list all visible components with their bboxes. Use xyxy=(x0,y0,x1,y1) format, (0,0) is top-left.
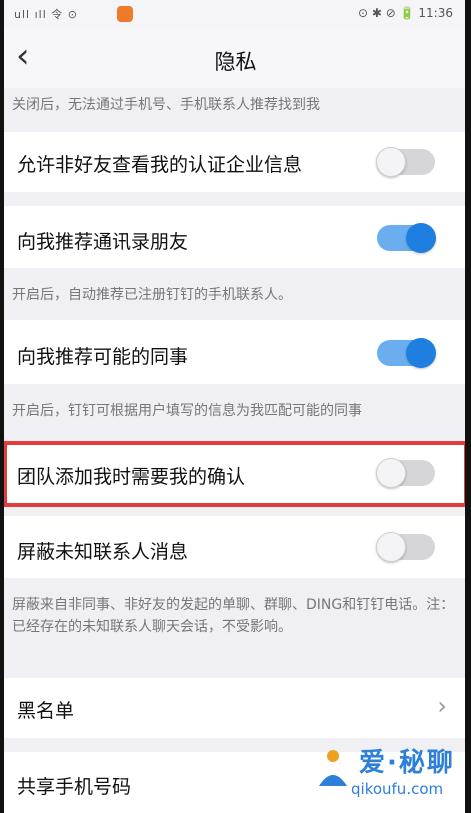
setting-row-recommend-contacts[interactable]: 向我推荐通讯录朋友 xyxy=(0,206,471,268)
watermark-brand: 爱·秘聊 xyxy=(359,748,455,778)
watermark-site: qikoufu.com xyxy=(351,780,444,798)
highlight-box xyxy=(3,441,468,507)
toggle-knob xyxy=(376,532,406,562)
setting-label: 允许非好友查看我的认证企业信息 xyxy=(17,154,303,176)
description-unknown: 屏蔽来自非同事、非好友的发起的单聊、群聊、DING和钉钉电话。注：已经存在的未知… xyxy=(0,578,471,678)
description-text: 屏蔽来自非同事、非好友的发起的单聊、群聊、DING和钉钉电话。注：已经存在的未知… xyxy=(12,597,455,635)
description-top: 关闭后，无法通过手机号、手机联系人推荐找到我 xyxy=(0,90,471,132)
left-edge xyxy=(0,0,4,813)
setting-label: 黑名单 xyxy=(17,700,75,722)
privacy-settings-screen: ull ıll 令 ⊙ ⊙ ✱ ⊘ 🔋 11:36 ‹ 隐私 关闭后，无法通过手… xyxy=(0,0,471,813)
description-colleagues: 开启后，钉钉可根据用户填写的信息为我匹配可能的同事 xyxy=(0,384,471,442)
setting-row-blacklist[interactable]: 黑名单 › xyxy=(0,678,471,738)
toggle-knob xyxy=(376,147,406,177)
watermark-logo-icon xyxy=(319,750,347,786)
setting-label: 向我推荐可能的同事 xyxy=(17,346,189,368)
status-right: ⊙ ✱ ⊘ 🔋 11:36 xyxy=(358,6,453,20)
toggle-knob xyxy=(406,223,436,253)
toggle-recommend-colleagues[interactable] xyxy=(377,338,436,368)
description-text: 开启后，自动推荐已注册钉钉的手机联系人。 xyxy=(12,287,292,303)
setting-label: 屏蔽未知联系人消息 xyxy=(17,541,189,563)
nav-bar: ‹ 隐私 xyxy=(0,28,471,88)
watermark: 爱·秘聊 qikoufu.com xyxy=(313,742,463,808)
status-bar: ull ıll 令 ⊙ ⊙ ✱ ⊘ 🔋 11:36 xyxy=(0,0,471,28)
description-contacts: 开启后，自动推荐已注册钉钉的手机联系人。 xyxy=(0,268,471,320)
chevron-right-icon: › xyxy=(437,692,447,720)
setting-row-block-unknown[interactable]: 屏蔽未知联系人消息 xyxy=(0,516,471,578)
signal-wifi-indicators: ull ıll 令 ⊙ xyxy=(14,8,78,21)
description-text: 关闭后，无法通过手机号、手机联系人推荐找到我 xyxy=(12,97,320,113)
right-edge xyxy=(465,0,471,813)
app-notification-icon xyxy=(117,6,133,22)
toggle-show-company-info[interactable] xyxy=(376,147,435,177)
description-text: 开启后，钉钉可根据用户填写的信息为我匹配可能的同事 xyxy=(12,403,362,419)
setting-label: 共享手机号码 xyxy=(17,776,132,798)
toggle-recommend-contacts[interactable] xyxy=(377,223,436,253)
setting-label: 向我推荐通讯录朋友 xyxy=(17,231,189,253)
setting-row-show-company-info[interactable]: 允许非好友查看我的认证企业信息 xyxy=(0,132,471,192)
setting-row-recommend-colleagues[interactable]: 向我推荐可能的同事 xyxy=(0,320,471,384)
page-title: 隐私 xyxy=(214,50,257,74)
toggle-knob xyxy=(406,338,436,368)
toggle-block-unknown[interactable] xyxy=(376,532,435,562)
